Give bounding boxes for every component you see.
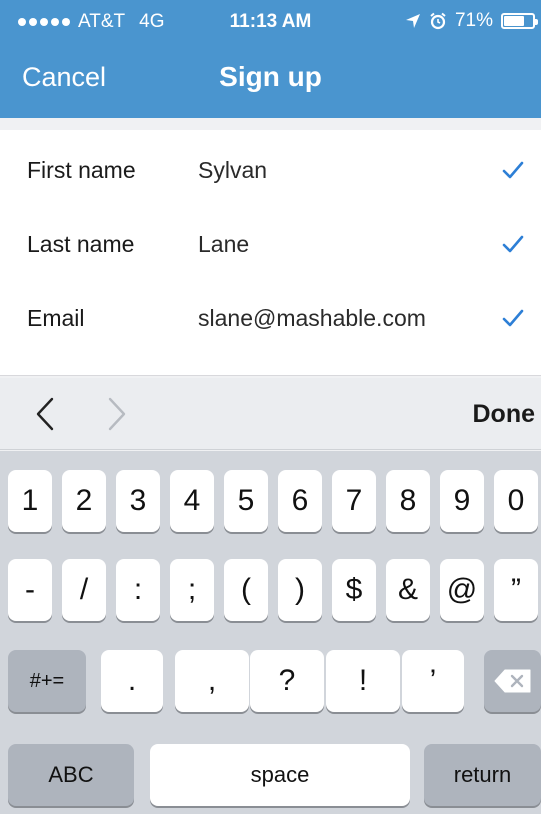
- key-comma[interactable]: ,: [175, 650, 249, 712]
- key-close-paren[interactable]: ): [278, 559, 322, 621]
- key-quote[interactable]: ”: [494, 559, 538, 621]
- email-row[interactable]: Email slane@mashable.com: [0, 288, 541, 348]
- chevron-left-icon[interactable]: [32, 396, 58, 432]
- last-name-field[interactable]: Lane: [198, 231, 249, 258]
- nav-bar: Cancel Sign up: [0, 44, 541, 118]
- key-5[interactable]: 5: [224, 470, 268, 532]
- last-name-row[interactable]: Last name Lane: [0, 214, 541, 274]
- key-1[interactable]: 1: [8, 470, 52, 532]
- key-2[interactable]: 2: [62, 470, 106, 532]
- key-semicolon[interactable]: ;: [170, 559, 214, 621]
- key-6[interactable]: 6: [278, 470, 322, 532]
- signup-form: First name Sylvan Last name Lane Email s…: [0, 130, 541, 376]
- checkmark-icon: [502, 309, 524, 327]
- first-name-label: First name: [27, 157, 136, 183]
- chevron-right-icon[interactable]: [104, 396, 130, 432]
- status-right: 71%: [405, 10, 538, 32]
- key-4[interactable]: 4: [170, 470, 214, 532]
- key-period[interactable]: .: [101, 650, 163, 712]
- key-exclamation[interactable]: !: [326, 650, 400, 712]
- battery-fill: [504, 16, 524, 26]
- done-button[interactable]: Done: [473, 400, 536, 429]
- key-8[interactable]: 8: [386, 470, 430, 532]
- battery-percent: 71%: [454, 10, 493, 31]
- keyboard: 1 2 3 4 5 6 7 8 9 0 - / : ; ( ) $ & @ ” …: [0, 451, 541, 814]
- key-ampersand[interactable]: &: [386, 559, 430, 621]
- delete-key-icon: [494, 669, 530, 693]
- return-key[interactable]: return: [424, 744, 541, 806]
- header: AT&T 4G 11:13 AM 71% Cancel Sign up: [0, 0, 541, 118]
- key-0[interactable]: 0: [494, 470, 538, 532]
- key-slash[interactable]: /: [62, 559, 106, 621]
- key-colon[interactable]: :: [116, 559, 160, 621]
- key-3[interactable]: 3: [116, 470, 160, 532]
- key-hyphen[interactable]: -: [8, 559, 52, 621]
- email-label: Email: [27, 305, 85, 331]
- key-9[interactable]: 9: [440, 470, 484, 532]
- keyboard-accessory-bar: Done: [0, 378, 541, 450]
- abc-key[interactable]: ABC: [8, 744, 134, 806]
- key-at[interactable]: @: [440, 559, 484, 621]
- key-question[interactable]: ?: [250, 650, 324, 712]
- key-dollar[interactable]: $: [332, 559, 376, 621]
- checkmark-icon: [502, 161, 524, 179]
- last-name-label: Last name: [27, 231, 135, 257]
- first-name-field[interactable]: Sylvan: [198, 157, 267, 184]
- key-apostrophe[interactable]: ’: [402, 650, 464, 712]
- symbols-switch-key[interactable]: #+=: [8, 650, 86, 712]
- email-field[interactable]: slane@mashable.com: [198, 305, 426, 332]
- status-bar: AT&T 4G 11:13 AM 71%: [0, 0, 541, 44]
- location-arrow-icon: [405, 14, 420, 28]
- delete-key[interactable]: [484, 650, 541, 712]
- key-7[interactable]: 7: [332, 470, 376, 532]
- page-title: Sign up: [219, 61, 322, 92]
- alarm-icon: [430, 12, 446, 30]
- checkmark-icon: [502, 235, 524, 253]
- key-open-paren[interactable]: (: [224, 559, 268, 621]
- battery-icon: [501, 13, 538, 29]
- space-key[interactable]: space: [150, 744, 410, 806]
- first-name-row[interactable]: First name Sylvan: [0, 140, 541, 200]
